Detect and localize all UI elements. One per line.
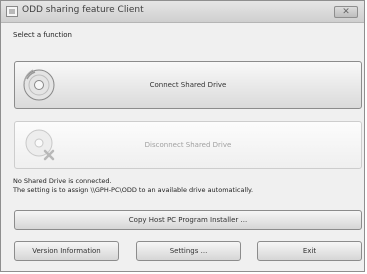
copy-installer-button[interactable]: Copy Host PC Program Installer ... [14,210,362,230]
exit-button[interactable]: Exit [257,241,362,261]
disconnect-label: Disconnect Shared Drive [144,141,232,149]
connect-label: Connect Shared Drive [149,81,227,89]
disconnect-shared-drive-button[interactable]: Disconnect Shared Drive [14,121,362,169]
version-information-button[interactable]: Version Information [14,241,119,261]
title-bar[interactable]: ODD sharing feature Client ✕ [1,1,364,23]
select-function-label: Select a function [13,31,72,39]
settings-button[interactable]: Settings ... [136,241,241,261]
connect-shared-drive-button[interactable]: Connect Shared Drive [14,61,362,109]
app-window: ODD sharing feature Client ✕ Select a fu… [0,0,365,272]
status-setting-text: The setting is to assign \\GPH-PC\ODD to… [13,186,254,194]
status-text: No Shared Drive is connected. [13,177,112,185]
close-button[interactable]: ✕ [334,6,358,18]
app-icon [6,6,18,17]
window-title: ODD sharing feature Client [22,5,144,15]
